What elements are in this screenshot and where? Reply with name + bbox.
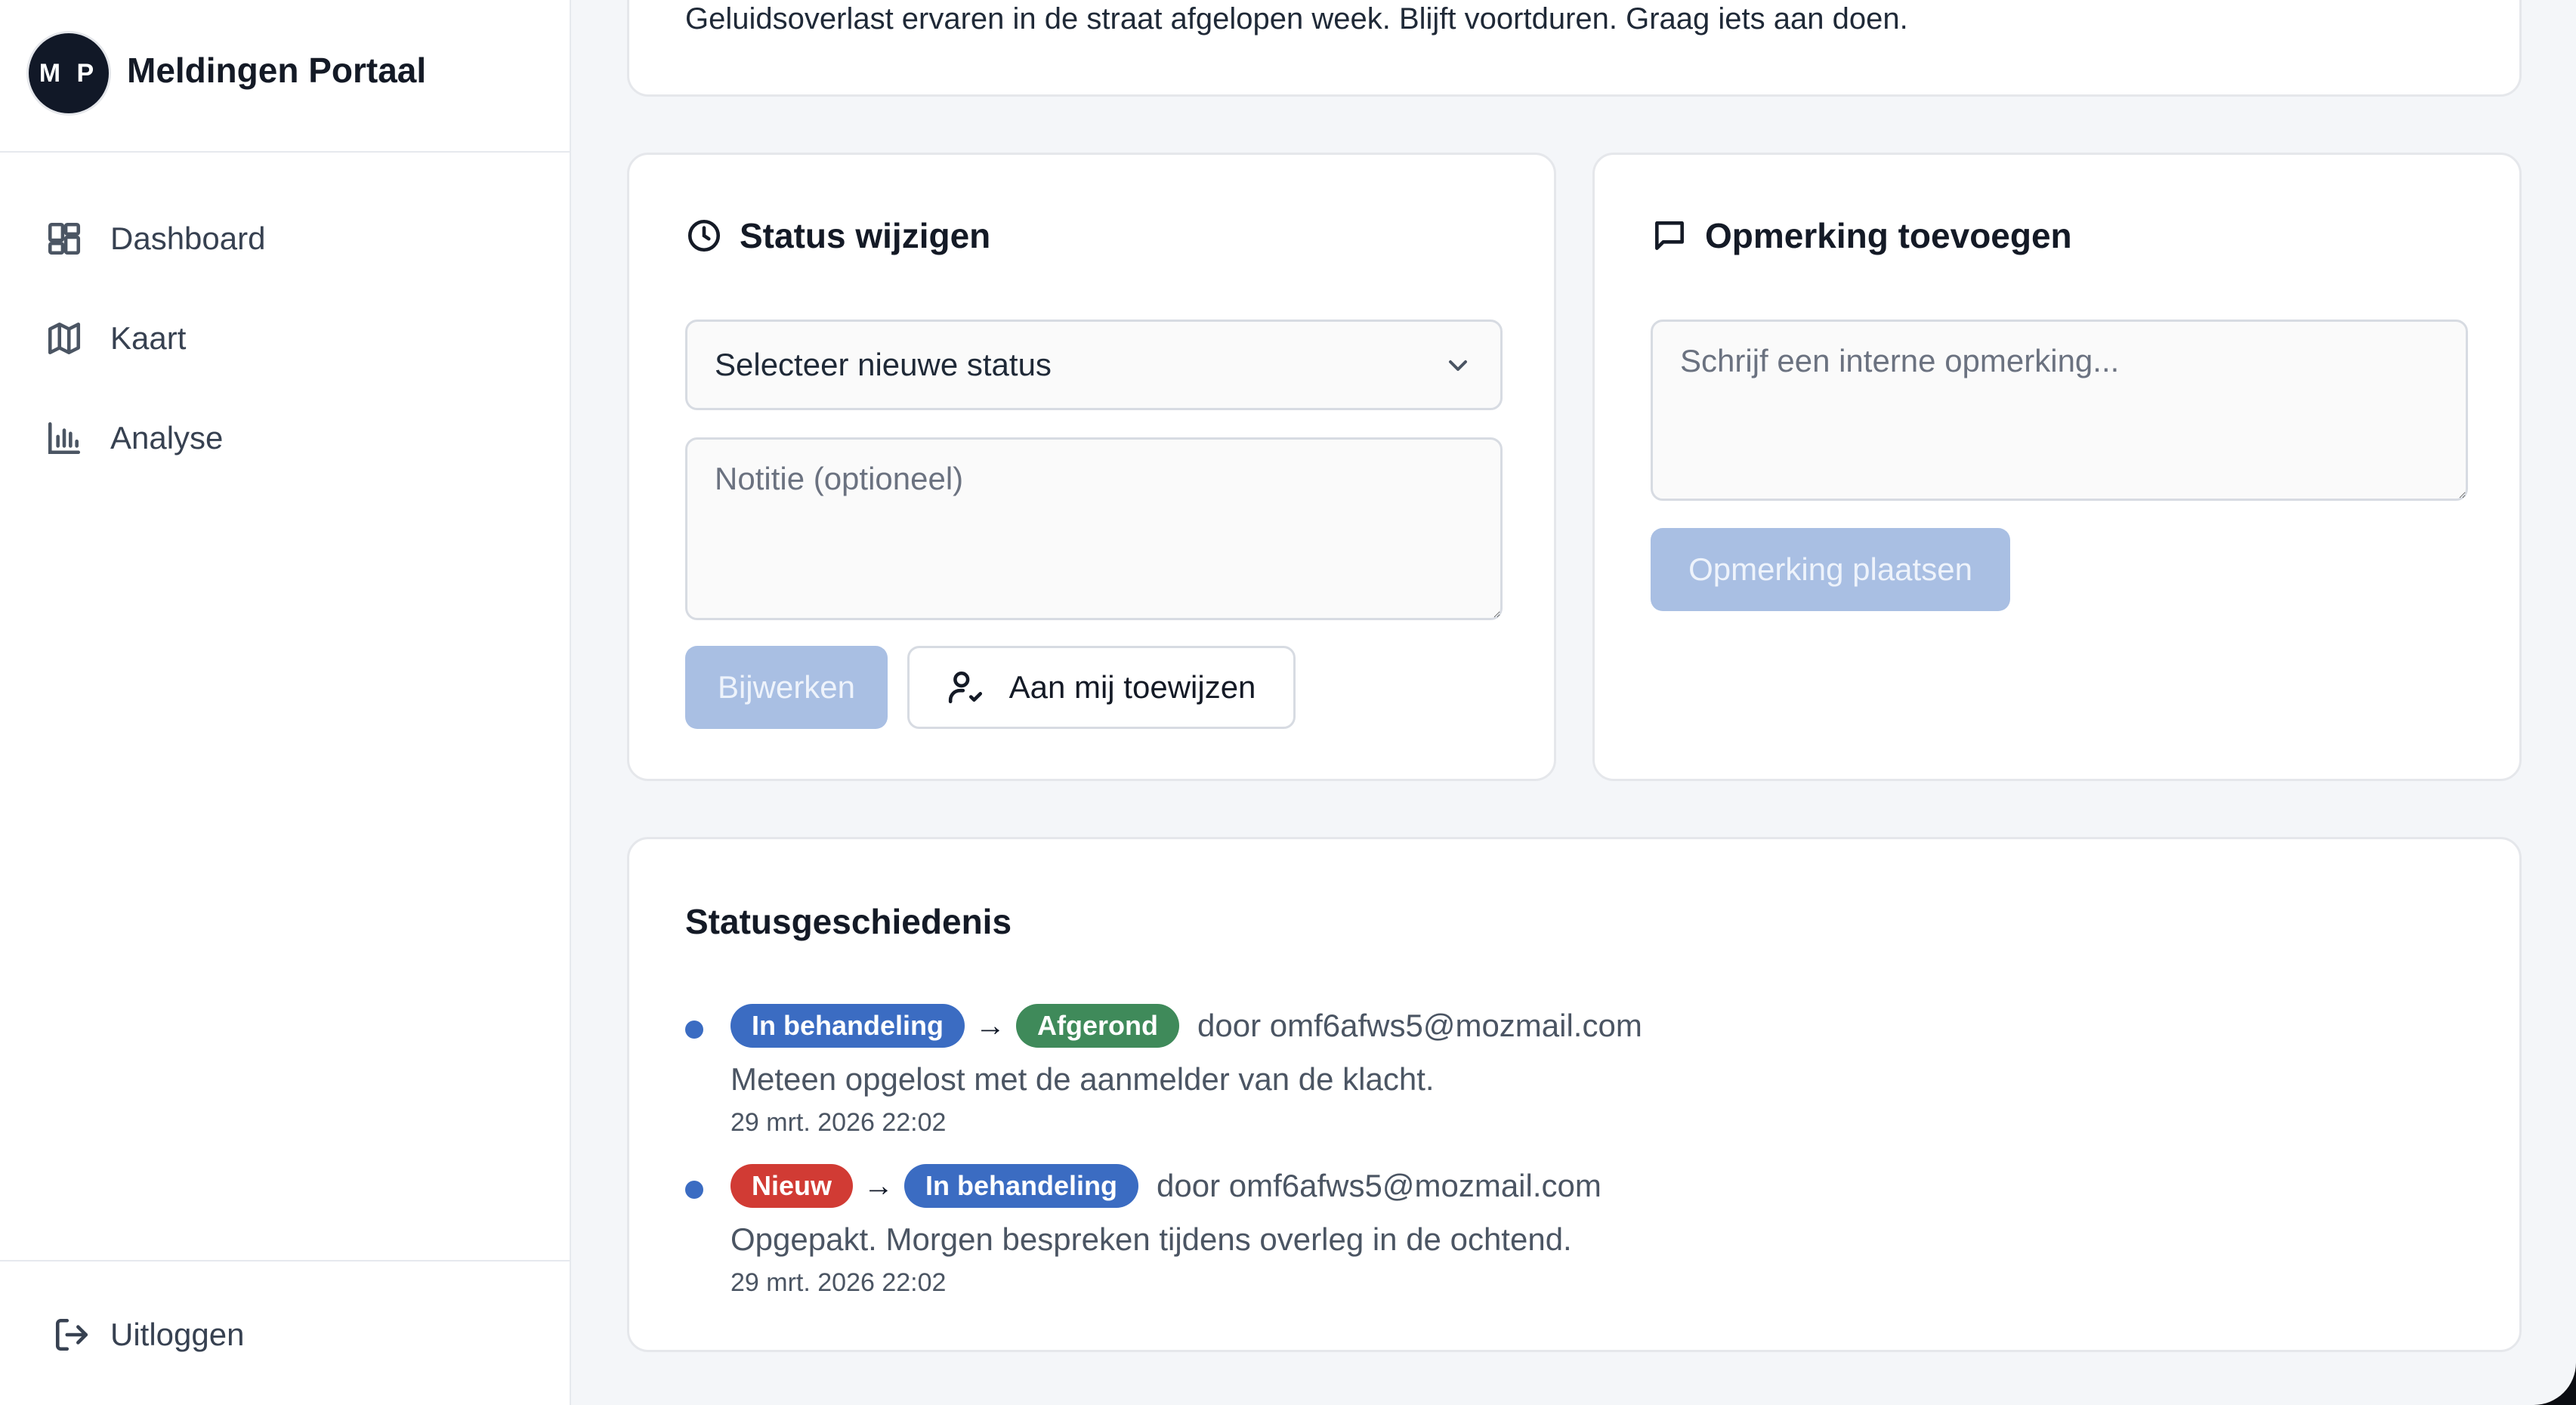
- sidebar-footer: Uitloggen: [0, 1260, 570, 1405]
- logout-icon: [55, 1318, 88, 1351]
- add-comment-card: Opmerking toevoegen Opmerking plaatsen: [1592, 153, 2522, 781]
- description-card: Geluidsoverlast ervaren in de straat afg…: [627, 0, 2522, 97]
- clock-icon: [687, 219, 721, 252]
- sidebar: M P Meldingen Portaal Dashboard Kaart An…: [0, 0, 571, 1405]
- status-note-input[interactable]: [685, 437, 1503, 620]
- brand-header: M P Meldingen Portaal: [0, 0, 570, 153]
- history-timestamp: 29 mrt. 2026 22:02: [730, 1268, 947, 1297]
- sidebar-item-dashboard[interactable]: Dashboard: [0, 189, 570, 289]
- brand-title: Meldingen Portaal: [127, 51, 427, 90]
- app-window: M P Meldingen Portaal Dashboard Kaart An…: [0, 0, 2576, 1405]
- bar-chart-icon: [48, 422, 81, 455]
- avatar: M P: [29, 33, 109, 113]
- sidebar-item-label: Kaart: [110, 320, 187, 356]
- map-icon: [48, 322, 81, 355]
- assign-to-me-button[interactable]: Aan mij toewijzen: [907, 646, 1296, 729]
- changed-by: door omf6afws5@mozmail.com: [1197, 1008, 1642, 1043]
- post-comment-button[interactable]: Opmerking plaatsen: [1651, 528, 2010, 611]
- chevron-down-icon: [1449, 360, 1467, 371]
- sidebar-item-label: Analyse: [110, 420, 224, 455]
- changed-by: door omf6afws5@mozmail.com: [1157, 1168, 1602, 1203]
- history-note: Opgepakt. Morgen bespreken tijdens overl…: [730, 1221, 1572, 1257]
- dashboard-icon: [48, 222, 81, 255]
- status-badge-from: In behandeling: [730, 1004, 965, 1048]
- arrow-right-icon: →: [975, 1008, 1006, 1042]
- status-change-card: Status wijzigen Selecteer nieuwe status …: [627, 153, 1556, 781]
- status-card-title-text: Status wijzigen: [740, 216, 991, 255]
- history-note: Meteen opgelost met de aanmelder van de …: [730, 1061, 1435, 1097]
- timeline-dot: [685, 1021, 703, 1039]
- sidebar-item-kaart[interactable]: Kaart: [0, 289, 570, 388]
- logout-button[interactable]: Uitloggen: [53, 1316, 244, 1354]
- status-card-title: Status wijzigen: [685, 215, 990, 256]
- comment-card-title-text: Opmerking toevoegen: [1705, 216, 2072, 255]
- history-timestamp: 29 mrt. 2026 22:02: [730, 1108, 947, 1137]
- history-entry-header: In behandeling → Afgerond door omf6afws5…: [730, 1004, 1642, 1048]
- user-check-icon: [948, 671, 982, 704]
- sidebar-item-analyse[interactable]: Analyse: [0, 388, 570, 488]
- sidebar-nav: Dashboard Kaart Analyse: [0, 189, 570, 488]
- status-select-value: Selecteer nieuwe status: [715, 347, 1052, 382]
- status-select[interactable]: Selecteer nieuwe status: [685, 320, 1503, 410]
- status-history-card: Statusgeschiedenis In behandeling → Afge…: [627, 837, 2522, 1352]
- timeline-dot: [685, 1181, 703, 1199]
- status-badge-to: In behandeling: [904, 1164, 1139, 1208]
- history-entry-header: Nieuw → In behandeling door omf6afws5@mo…: [730, 1164, 1602, 1208]
- sidebar-item-label: Dashboard: [110, 221, 266, 256]
- message-square-icon: [1655, 221, 1684, 250]
- status-badge-from: Nieuw: [730, 1164, 854, 1208]
- status-history-title: Statusgeschiedenis: [685, 902, 1012, 941]
- update-button[interactable]: Bijwerken: [685, 646, 888, 729]
- status-badge-to: Afgerond: [1016, 1004, 1179, 1048]
- comment-input[interactable]: [1651, 320, 2468, 501]
- assign-to-me-label: Aan mij toewijzen: [1008, 669, 1256, 705]
- arrow-right-icon: →: [863, 1169, 894, 1203]
- logout-label: Uitloggen: [110, 1317, 245, 1352]
- comment-card-title: Opmerking toevoegen: [1651, 215, 2072, 256]
- report-description: Geluidsoverlast ervaren in de straat afg…: [685, 2, 1908, 36]
